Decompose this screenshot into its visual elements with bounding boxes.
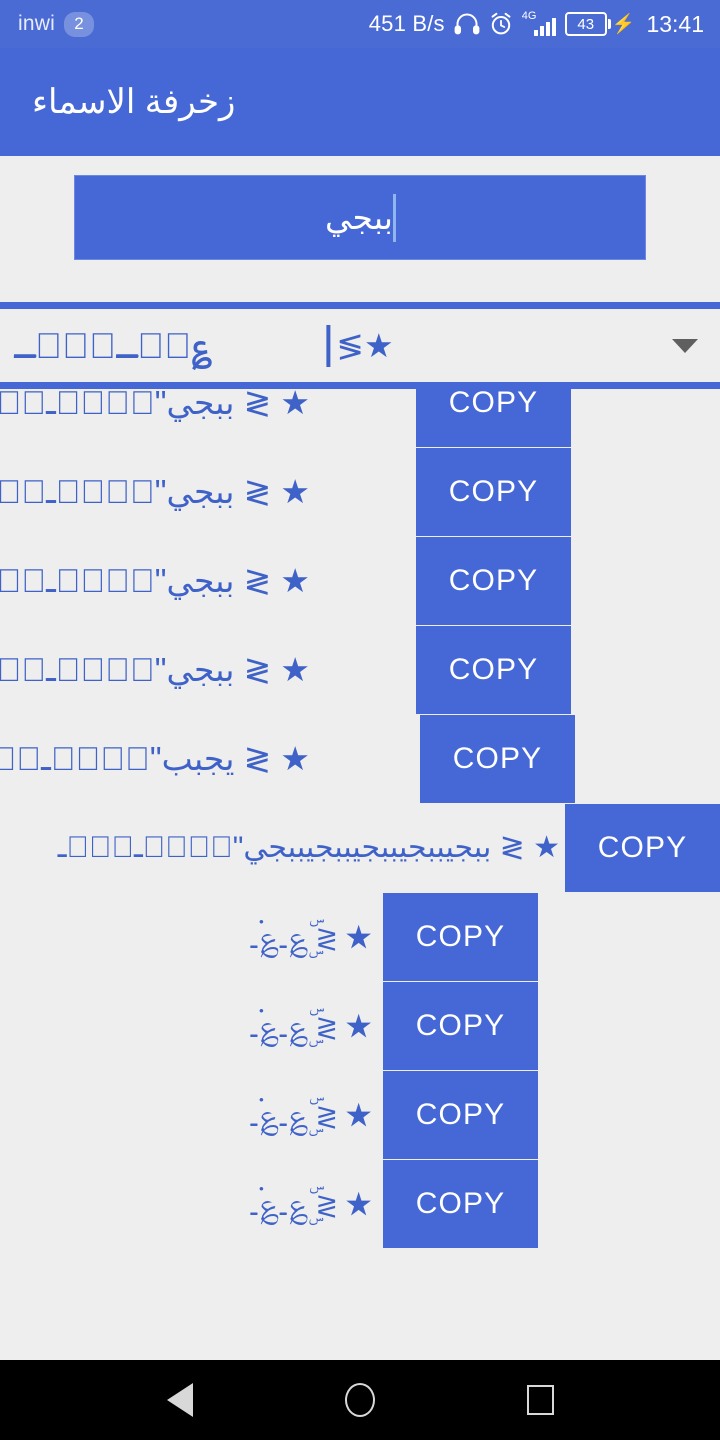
copy-button[interactable]: COPY <box>416 448 571 536</box>
copy-button[interactable]: COPY <box>416 537 571 625</box>
nav-back-button[interactable] <box>145 1365 215 1435</box>
name-input-value: ببجي <box>325 199 393 236</box>
alarm-clock-icon <box>489 12 513 36</box>
decorated-name-text: ★ ≶ ببجي"ۣۜ؏ٜـ؏ٜ۬ـ <box>0 562 310 600</box>
decorated-name-text: ★ ≶ ببجي"ۣۜ؏ٜـ؏ٜ۬ـ <box>0 651 310 689</box>
phone-screen: inwi 2 451 B/s 4G 43 ⚡ 13:41 زخرفة الاسم… <box>0 0 720 1440</box>
nav-recents-button[interactable] <box>505 1365 575 1435</box>
carrier-label: inwi <box>18 12 55 35</box>
signal-icon: 4G <box>521 10 556 36</box>
sim-badge: 2 <box>63 11 94 37</box>
decorated-names-list[interactable]: ★ ≶ ببجي"ۣۜ؏ٜـ؏ٜ۬ـ COPY ★ ≶ ببجي"ۣۜ؏ٜـ؏ٜ۬ـ… <box>0 389 720 1360</box>
battery-tip <box>607 19 611 29</box>
back-triangle-icon <box>167 1383 193 1417</box>
decorated-name-text: ★ ≶ ببجي"ۣۜ؏ٜـ؏ٜ۬ـ <box>0 389 310 422</box>
decorated-name-text: ★ ≶ ۣۜ؏ٜـ؏ٜ۬ـ <box>250 1096 372 1134</box>
status-bar-left: inwi 2 <box>18 11 94 37</box>
home-circle-icon <box>345 1383 375 1417</box>
copy-button[interactable]: COPY <box>420 715 575 803</box>
copy-button[interactable]: COPY <box>383 893 538 981</box>
style-spinner[interactable]: ـ؏ۣۗـ؏ۗ؏ ≶★ <box>0 309 720 382</box>
spinner-left-sample: ـ؏ۣۗـ؏ۗ؏ <box>14 324 213 366</box>
status-bar-right: 451 B/s 4G 43 ⚡ 13:41 <box>369 11 704 38</box>
clock-label: 13:41 <box>646 10 704 37</box>
spinner-selected-value: ≶★ <box>326 324 394 367</box>
chevron-down-icon[interactable] <box>672 338 698 353</box>
page-title: زخرفة الاسماء <box>32 83 236 121</box>
copy-button[interactable]: COPY <box>416 389 571 447</box>
charging-bolt-icon: ⚡ <box>611 14 636 35</box>
decorated-name-text: ★ ≶ ببجي"ۣۜ؏ٜـ؏ٜ۬ـ <box>0 473 310 511</box>
divider-bottom <box>0 382 720 389</box>
input-area: ببجي <box>0 156 720 302</box>
copy-button[interactable]: COPY <box>383 1160 538 1248</box>
copy-button[interactable]: COPY <box>416 626 571 714</box>
android-nav-bar <box>0 1360 720 1440</box>
spinner-caret <box>326 324 331 367</box>
nav-home-button[interactable] <box>325 1365 395 1435</box>
decorated-name-text: ★ ≶ ببجيببجيببجيببجيببجي"ۣۜ؏ٜـ؏ٜ۬ـ <box>57 831 560 865</box>
copy-button[interactable]: COPY <box>383 982 538 1070</box>
battery-level-label: 43 <box>564 12 607 36</box>
divider-top <box>0 302 720 309</box>
name-input[interactable]: ببجي <box>74 175 646 260</box>
spinner-selected-text: ≶★ <box>336 327 394 364</box>
headphone-icon <box>454 13 480 35</box>
copy-button[interactable]: COPY <box>565 804 720 892</box>
decorated-name-text: ★ ≶ ۣۜ؏ٜـ؏ٜ۬ـ <box>250 918 372 956</box>
text-caret <box>392 193 396 242</box>
decorated-name-text: ★ ≶ ۣۜ؏ٜـ؏ٜ۬ـ <box>250 1185 372 1223</box>
battery-icon: 43 ⚡ <box>564 12 636 36</box>
decorated-name-text: ★ ≶ يجبب"ۣۜ؏ٜـ؏ٜ۬ـ <box>0 740 310 778</box>
network-speed-label: 451 B/s <box>368 11 445 36</box>
decorated-name-text: ★ ≶ ۣۜ؏ٜـ؏ٜ۬ـ <box>250 1007 372 1045</box>
recents-square-icon <box>526 1385 554 1415</box>
network-type-label: 4G <box>521 10 537 22</box>
copy-button[interactable]: COPY <box>383 1071 538 1159</box>
app-bar: زخرفة الاسماء <box>0 48 720 156</box>
status-bar: inwi 2 451 B/s 4G 43 ⚡ 13:41 <box>0 0 720 48</box>
signal-bars <box>533 18 556 36</box>
